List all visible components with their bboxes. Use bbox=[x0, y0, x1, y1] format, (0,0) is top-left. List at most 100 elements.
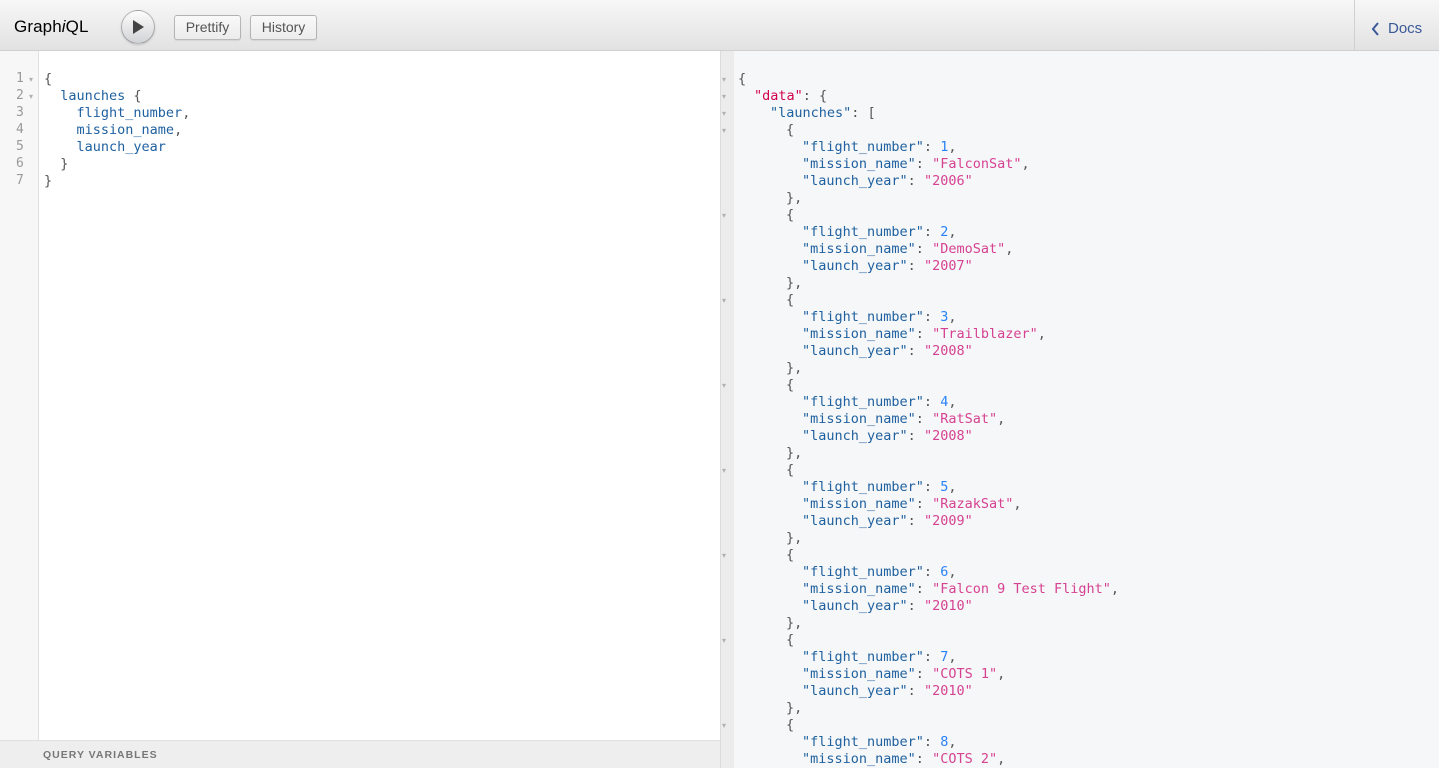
fold-arrow-icon[interactable]: ▾ bbox=[722, 381, 726, 390]
query-code-line: launch_year bbox=[44, 139, 166, 156]
docs-explorer-toggle-area: Docs bbox=[1354, 0, 1439, 51]
execute-query-button[interactable] bbox=[121, 10, 155, 44]
logo-text-prefix: Graph bbox=[14, 17, 62, 36]
code-token: }, bbox=[786, 190, 803, 206]
query-code-line: } bbox=[44, 173, 52, 190]
code-token: "mission_name" bbox=[802, 411, 916, 427]
code-token: : bbox=[923, 649, 941, 665]
code-token: , bbox=[1110, 581, 1120, 597]
code-token: launches bbox=[60, 88, 126, 104]
result-json-line: { bbox=[786, 292, 794, 309]
fold-arrow-icon[interactable]: ▾ bbox=[722, 721, 726, 730]
query-code-line: { bbox=[44, 71, 52, 88]
code-token: "launch_year" bbox=[802, 513, 908, 529]
code-token: "2008" bbox=[923, 428, 973, 444]
code-token: { bbox=[786, 377, 795, 393]
code-token: : bbox=[915, 326, 933, 342]
result-json-line: { bbox=[786, 207, 794, 224]
prettify-button[interactable]: Prettify bbox=[174, 15, 241, 40]
fold-arrow-icon[interactable]: ▾ bbox=[722, 109, 726, 118]
code-token: : bbox=[915, 156, 933, 172]
code-token: } bbox=[60, 156, 69, 172]
code-token: : bbox=[923, 734, 941, 750]
code-token: : { bbox=[802, 88, 828, 104]
code-token: "launch_year" bbox=[802, 598, 908, 614]
result-json-line: "launch_year": "2006" bbox=[802, 173, 973, 190]
code-token: , bbox=[948, 224, 957, 240]
fold-arrow-icon[interactable]: ▾ bbox=[722, 211, 726, 220]
code-token: "launches" bbox=[770, 105, 852, 121]
code-token: "mission_name" bbox=[802, 156, 916, 172]
line-number-gutter bbox=[0, 51, 39, 740]
code-token: "2007" bbox=[923, 258, 973, 274]
code-token: : bbox=[907, 173, 924, 189]
result-json-line: }, bbox=[786, 615, 802, 632]
result-json-line: }, bbox=[786, 275, 802, 292]
fold-arrow-icon[interactable]: ▾ bbox=[29, 75, 33, 84]
code-token: : bbox=[923, 224, 941, 240]
code-token: { bbox=[738, 71, 747, 87]
code-token: "flight_number" bbox=[802, 649, 924, 665]
query-variables-title: QUERY VARIABLES bbox=[43, 749, 158, 761]
query-editor[interactable]: 1 2 3 4 5 6 7 ▾ ▾ { launches { flight_number, mis… bbox=[0, 51, 720, 768]
fold-arrow-icon[interactable]: ▾ bbox=[722, 126, 726, 135]
fold-arrow-icon[interactable]: ▾ bbox=[722, 75, 726, 84]
fold-arrow-icon[interactable]: ▾ bbox=[722, 296, 726, 305]
code-token: { bbox=[786, 462, 795, 478]
code-token: : bbox=[915, 411, 933, 427]
code-token: , bbox=[1021, 156, 1030, 172]
result-json-line: "launch_year": "2010" bbox=[802, 683, 973, 700]
fold-arrow-icon[interactable]: ▾ bbox=[29, 92, 33, 101]
result-json-line: { bbox=[786, 377, 794, 394]
code-token: : bbox=[923, 394, 941, 410]
code-token: "mission_name" bbox=[802, 241, 916, 257]
code-token: }, bbox=[786, 275, 803, 291]
query-code-line: mission_name, bbox=[44, 122, 183, 139]
code-token: "2006" bbox=[923, 173, 973, 189]
code-token: : bbox=[907, 343, 924, 359]
result-json-line: { bbox=[786, 462, 794, 479]
code-token: , bbox=[948, 479, 957, 495]
code-token: "RatSat" bbox=[932, 411, 998, 427]
result-json-line: "launch_year": "2010" bbox=[802, 598, 973, 615]
code-token: : bbox=[915, 666, 933, 682]
code-token: : bbox=[907, 258, 924, 274]
code-token: }, bbox=[786, 615, 803, 631]
result-json-line: }, bbox=[786, 530, 802, 547]
fold-arrow-icon[interactable]: ▾ bbox=[722, 551, 726, 560]
fold-arrow-icon[interactable]: ▾ bbox=[722, 636, 726, 645]
fold-arrow-icon[interactable]: ▾ bbox=[722, 466, 726, 475]
pane-divider[interactable] bbox=[720, 51, 734, 768]
line-number: 4 bbox=[16, 122, 24, 137]
code-token: "launch_year" bbox=[802, 173, 908, 189]
code-token: "launch_year" bbox=[802, 428, 908, 444]
result-json-line: { bbox=[786, 547, 794, 564]
docs-label: Docs bbox=[1388, 20, 1423, 37]
code-token: "Falcon 9 Test Flight" bbox=[932, 581, 1111, 597]
code-token: }, bbox=[786, 700, 803, 716]
code-token: : [ bbox=[851, 105, 876, 121]
query-variables-bar[interactable]: QUERY VARIABLES bbox=[0, 740, 720, 768]
result-json-line: }, bbox=[786, 445, 802, 462]
fold-arrow-icon[interactable]: ▾ bbox=[722, 92, 726, 101]
code-token: flight_number bbox=[76, 105, 183, 121]
history-button[interactable]: History bbox=[250, 15, 317, 40]
code-token: { bbox=[786, 292, 795, 308]
result-json-line: "mission_name": "FalconSat", bbox=[802, 156, 1030, 173]
code-token: : bbox=[907, 598, 924, 614]
code-token: "DemoSat" bbox=[932, 241, 1006, 257]
code-token: , bbox=[997, 666, 1006, 682]
code-token: "mission_name" bbox=[802, 581, 916, 597]
code-token: , bbox=[948, 309, 957, 325]
code-token: "launch_year" bbox=[802, 258, 908, 274]
code-token: , bbox=[1005, 241, 1014, 257]
line-number: 7 bbox=[16, 173, 24, 188]
code-token: , bbox=[948, 139, 957, 155]
code-token: "COTS 1" bbox=[932, 666, 998, 682]
play-icon bbox=[133, 20, 144, 34]
logo-text-suffix: QL bbox=[65, 17, 89, 36]
result-json-line: "launch_year": "2007" bbox=[802, 258, 973, 275]
code-token: : bbox=[923, 139, 941, 155]
